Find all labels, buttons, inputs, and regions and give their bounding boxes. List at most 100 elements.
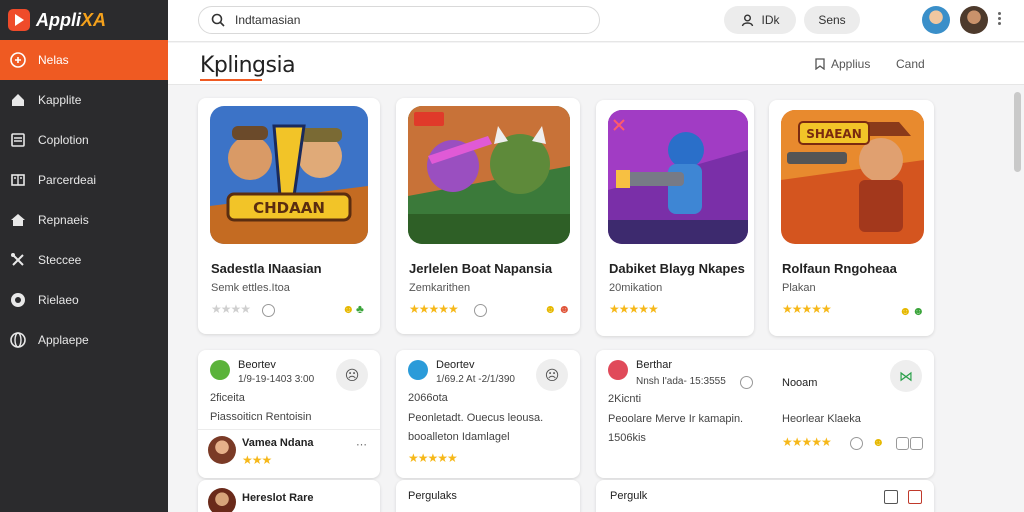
search-bar[interactable] — [198, 6, 600, 34]
divider — [198, 429, 380, 430]
game-thumbnail[interactable]: SHAEAN — [781, 110, 924, 244]
sidebar: AppliXA Nelas Kapplite Coplotion Parcerd… — [0, 0, 168, 512]
top-header: IDk Sens — [168, 0, 1024, 42]
game-card[interactable]: Dabiket Blayg Nkapes 20mikation ★★★★★ — [596, 100, 754, 336]
scrollbar[interactable] — [1012, 90, 1022, 510]
game-card[interactable]: CHDAAN Sadestla INaasian Semk ettles.Ito… — [198, 98, 380, 334]
tools-icon — [10, 252, 26, 268]
review-line: Piassoiticn Rentoisin — [210, 411, 312, 423]
check-icon[interactable]: ⋈ — [890, 360, 922, 392]
sad-face-icon[interactable]: ☹ — [336, 359, 368, 391]
emoji-icon: ☻ — [544, 302, 557, 316]
chart-icon[interactable] — [884, 490, 898, 504]
sidebar-item-coplotion[interactable]: Coplotion — [0, 120, 168, 160]
page-title: Kplingsia — [200, 53, 296, 78]
game-title: Dabiket Blayg Nkapes — [609, 261, 745, 276]
game-title: Sadestla INaasian — [211, 261, 322, 276]
game-subtitle: Plakan — [782, 282, 816, 294]
reviewer-name: Beortev — [238, 359, 276, 371]
review-meta: Nnsh I'ada- 15:3555 — [636, 376, 726, 387]
home-icon — [10, 92, 26, 108]
sidebar-item-label: Repnaeis — [38, 213, 89, 227]
rating-stars: ★★★★ — [211, 302, 251, 316]
title-underline — [200, 79, 262, 81]
review-card[interactable]: Deortev 1/69.2 At -2/1/390 2066ota Peonl… — [396, 350, 580, 478]
side-label: Nooam — [782, 377, 818, 389]
search-input[interactable] — [235, 13, 575, 27]
game-subtitle: 20mikation — [609, 282, 663, 294]
review-card[interactable]: Beortev 1/9-19-1403 3:00 2ficeita Piasso… — [198, 350, 380, 478]
review-card[interactable]: Pergulk — [596, 480, 934, 512]
emoji-icon: ☻ — [872, 435, 885, 449]
review-card[interactable]: Hereslot Rare — [198, 480, 380, 512]
review-meta: 1/9-19-1403 3:00 — [238, 374, 315, 385]
more-options-icon[interactable] — [998, 12, 1002, 25]
sidebar-item-kapplite[interactable]: Kapplite — [0, 80, 168, 120]
sidebar-item-rielaeo[interactable]: Rielaeo — [0, 280, 168, 320]
review-card[interactable]: Berthar Nnsh I'ada- 15:3555 2Kicnti Peoo… — [596, 350, 934, 478]
game-title: Jerlelen Boat Napansia — [409, 261, 553, 276]
sens-button[interactable]: Sens — [804, 6, 860, 34]
game-thumbnail[interactable] — [408, 106, 570, 244]
review-line: 2066ota — [408, 392, 448, 404]
sidebar-item-parcerdeai[interactable]: Parcerdeai — [0, 160, 168, 200]
logo-accent: XA — [81, 9, 107, 30]
emoji-icon: ☻ — [912, 304, 925, 318]
user-avatar-1[interactable] — [922, 6, 950, 34]
info-icon[interactable] — [740, 376, 753, 389]
footer-name: Pergulk — [610, 490, 648, 502]
book-icon — [10, 172, 26, 188]
reviewer-avatar[interactable] — [208, 436, 236, 464]
game-subtitle: Zemkarithen — [409, 282, 471, 294]
account-label: IDk — [761, 13, 780, 27]
app-logo[interactable]: AppliXA — [0, 0, 168, 40]
game-card[interactable]: Jerlelen Boat Napansia Zemkarithen ★★★★★… — [396, 98, 580, 334]
info-icon[interactable] — [850, 437, 863, 450]
review-line: 2ficeita — [210, 392, 245, 404]
user-avatar-2[interactable] — [960, 6, 988, 34]
sidebar-item-nelas[interactable]: Nelas — [0, 40, 168, 80]
game-card[interactable]: SHAEAN Rolfaun Rngoheaa Plakan ★★★★★ ☻ ☻ — [769, 100, 934, 336]
emoji-icon: ☻ — [342, 302, 355, 316]
rating-stars: ★★★★★ — [782, 435, 832, 449]
scroll-thumb[interactable] — [1014, 92, 1021, 172]
house-icon — [10, 212, 26, 228]
gamepad-icon — [10, 52, 26, 68]
review-card[interactable]: Pergulaks — [396, 480, 580, 512]
leaf-icon: ♣ — [356, 302, 364, 316]
logo-text: Appli — [36, 9, 81, 30]
copy-icon[interactable] — [896, 437, 909, 450]
user-icon — [741, 14, 753, 26]
cand-link[interactable]: Cand — [896, 57, 925, 71]
game-subtitle: Semk ettles.Itoa — [211, 282, 290, 294]
review-line: Peonletadt. Ouecus leousa. — [408, 412, 544, 424]
sad-face-icon[interactable]: ☹ — [536, 359, 568, 391]
info-icon[interactable] — [474, 304, 487, 317]
applius-link[interactable]: Applius — [814, 57, 870, 71]
sidebar-item-applaepe[interactable]: Applaepe — [0, 320, 168, 360]
rating-stars: ★★★★★ — [782, 302, 832, 316]
account-button[interactable]: IDk — [724, 6, 796, 34]
footer-name: Hereslot Rare — [242, 492, 314, 504]
edit-icon[interactable] — [908, 490, 922, 504]
more-options-icon[interactable]: ⋯ — [356, 438, 367, 451]
rating-stars: ★★★★★ — [409, 302, 459, 316]
sidebar-item-steccee[interactable]: Steccee — [0, 240, 168, 280]
sidebar-item-label: Applaepe — [38, 333, 89, 347]
bookmark-icon — [815, 58, 825, 70]
review-line: 1506kis — [608, 432, 646, 444]
emoji-icon: ☻ — [558, 302, 571, 316]
game-thumbnail[interactable] — [608, 110, 748, 244]
game-thumbnail[interactable]: CHDAAN — [210, 106, 368, 244]
review-meta: 1/69.2 At -2/1/390 — [436, 374, 515, 385]
sidebar-item-repnaeis[interactable]: Repnaeis — [0, 200, 168, 240]
play-logo-icon — [8, 9, 30, 31]
sens-label: Sens — [818, 13, 846, 27]
reviewer-avatar[interactable] — [208, 488, 236, 512]
footer-name: Pergulaks — [408, 490, 457, 502]
info-icon[interactable] — [262, 304, 275, 317]
badge-icon — [210, 360, 230, 380]
badge-icon — [608, 360, 628, 380]
copy-icon[interactable] — [910, 437, 923, 450]
review-line: booalleton Idamlagel — [408, 431, 510, 443]
